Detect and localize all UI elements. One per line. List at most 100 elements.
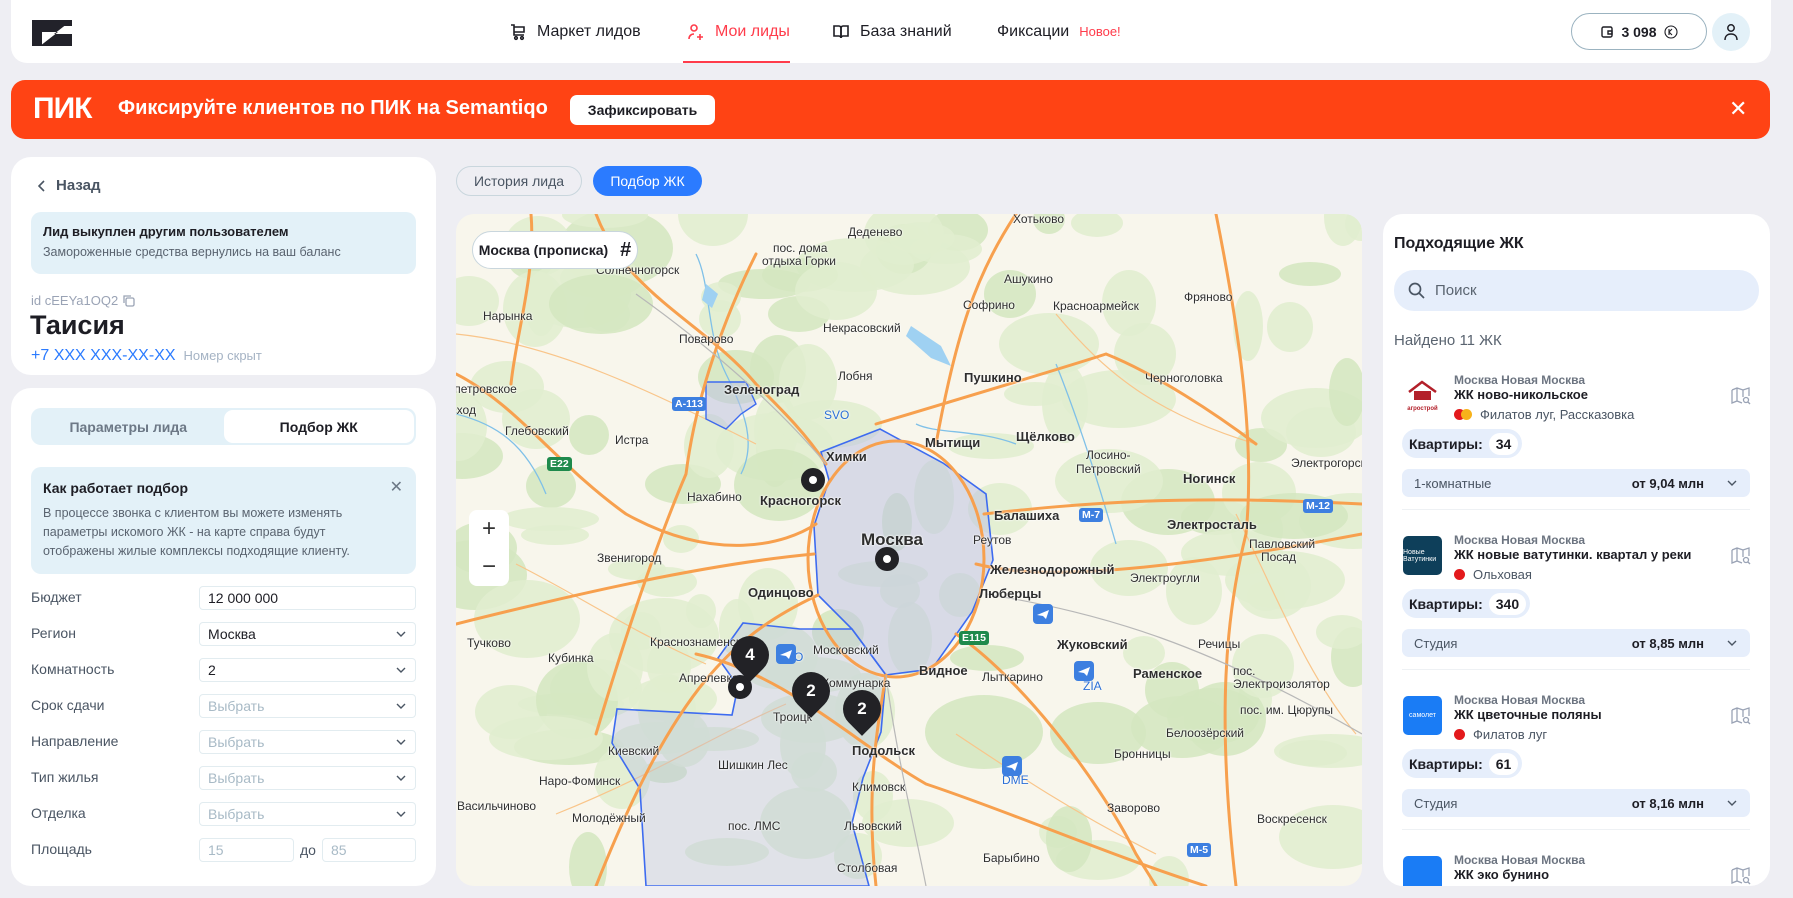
show-on-map-icon[interactable]: [1731, 867, 1751, 885]
show-on-map-icon[interactable]: [1731, 707, 1751, 725]
map-place-label: Бронницы: [1114, 747, 1171, 761]
map-place-label: Посад: [1261, 550, 1296, 564]
map-place-label: Электрогорск: [1291, 456, 1362, 470]
field-input[interactable]: Москва: [199, 622, 416, 646]
complex-name[interactable]: ЖК ново-никольское: [1454, 387, 1588, 402]
zoom-out-button[interactable]: −: [469, 548, 509, 586]
road-number-badge: M-5: [1187, 843, 1212, 857]
map-cluster[interactable]: 2: [784, 664, 838, 718]
complex-list-item[interactable]: Москва Новая Москва ЖК эко бунино: [1383, 853, 1770, 886]
complex-list-item[interactable]: агрострой Москва Новая Москва ЖК ново-ни…: [1383, 373, 1770, 514]
show-on-map-icon[interactable]: [1731, 387, 1751, 405]
logo-caption: Новые Ватутинки: [1403, 548, 1437, 563]
map-place-label: Химки: [826, 449, 867, 464]
lead-name: Таисия: [30, 310, 125, 340]
nav-market-leads[interactable]: Маркет лидов: [509, 0, 641, 63]
map-place-label: Реутов: [973, 533, 1012, 547]
map-place-label: Коммунарка: [822, 676, 891, 690]
map-place-label: Лыткарино: [982, 670, 1043, 684]
area-to-input[interactable]: 85: [322, 838, 416, 862]
tab-complex-selection-main[interactable]: Подбор ЖК: [593, 166, 702, 196]
field-input[interactable]: Выбрать: [199, 802, 416, 826]
area-from-input[interactable]: 15: [199, 838, 294, 862]
region-chip[interactable]: Москва (прописка) #: [472, 231, 638, 269]
nav-label: Мои лиды: [715, 22, 790, 40]
map-place-label: Раменское: [1133, 666, 1203, 681]
divider: [1402, 509, 1750, 510]
flats-count: 34: [1488, 432, 1519, 455]
airport-icon: [1002, 756, 1022, 776]
field-label: Бюджет: [31, 589, 82, 605]
zoom-in-button[interactable]: +: [469, 510, 509, 548]
map-marker[interactable]: [875, 547, 899, 571]
map-marker[interactable]: [801, 468, 825, 492]
close-icon[interactable]: ✕: [1729, 96, 1747, 122]
tab-lead-params[interactable]: Параметры лида: [33, 410, 224, 443]
map-place-label: SVO: [824, 408, 850, 422]
flat-type-dropdown[interactable]: Студия от 8,85 млн: [1402, 629, 1750, 657]
complex-name[interactable]: ЖК эко бунино: [1454, 867, 1549, 882]
wallet-icon: [1601, 25, 1614, 38]
phone-number[interactable]: +7 XXX XXX-XX-XX: [31, 347, 176, 365]
map-place-label: Железнодорожный: [990, 562, 1115, 577]
nav-knowledge-base[interactable]: База знаний: [832, 0, 952, 63]
map-place-label: Павловский: [1249, 537, 1316, 551]
field-input[interactable]: 2: [199, 658, 416, 682]
map-cluster[interactable]: 4: [723, 628, 777, 682]
nav-fixations[interactable]: Фиксации Новое!: [997, 0, 1121, 63]
divider: [1402, 829, 1750, 830]
map-place-label: Наро-Фоминск: [539, 774, 621, 788]
show-on-map-icon[interactable]: [1731, 547, 1751, 565]
tab-lead-history[interactable]: История лида: [456, 166, 582, 196]
map-place-label: Поварово: [679, 332, 734, 346]
map[interactable]: Деденево пос. дома отдыха Горки Солнечногор…: [456, 214, 1362, 886]
map-place-label: Видное: [919, 663, 968, 678]
lead-card: Назад Лид выкуплен другим пользователем …: [11, 157, 436, 375]
back-button[interactable]: Назад: [38, 177, 100, 194]
profile-avatar[interactable]: [1712, 13, 1750, 51]
road-number-badge: E22: [547, 457, 572, 471]
results-title: Подходящие ЖК: [1394, 235, 1524, 252]
fix-client-button[interactable]: Зафиксировать: [570, 95, 715, 125]
flat-type-dropdown[interactable]: 1-комнатные от 9,04 млн: [1402, 469, 1750, 497]
map-place-label: Васильчиново: [457, 799, 537, 813]
field-input[interactable]: Выбрать: [199, 766, 416, 790]
complex-name[interactable]: ЖК цветочные поляны: [1454, 707, 1602, 722]
nav-my-leads[interactable]: Мои лиды: [683, 0, 790, 63]
search-placeholder: Поиск: [1435, 282, 1477, 299]
form-row: Регион Москва: [31, 622, 416, 646]
map-place-label: пос. дома: [773, 241, 828, 255]
map-place-label: Лобня: [838, 369, 873, 383]
field-input[interactable]: Выбрать: [199, 694, 416, 718]
metro-name: Ольховая: [1473, 567, 1532, 582]
map-place-label: пос. им. Цюрупы: [1240, 703, 1333, 717]
map-place-label: Белоозёрский: [1166, 726, 1245, 740]
field-label: Регион: [31, 625, 76, 641]
cluster-count: 4: [745, 645, 755, 664]
complex-list-item[interactable]: самолет Москва Новая Москва ЖК цветочные…: [1383, 693, 1770, 834]
field-input[interactable]: Выбрать: [199, 730, 416, 754]
map-place-label: Молодёжный: [572, 811, 646, 825]
field-label: Комнатность: [31, 661, 115, 677]
flat-type-dropdown[interactable]: Студия от 8,16 млн: [1402, 789, 1750, 817]
complex-list-item[interactable]: Новые Ватутинки Москва Новая Москва ЖК н…: [1383, 533, 1770, 674]
balance-button[interactable]: 3 098: [1571, 13, 1707, 50]
logo-caption: агрострой: [1407, 406, 1438, 412]
app-logo-icon[interactable]: [32, 20, 72, 46]
how-text: В процессе звонка с клиентом вы можете и…: [43, 506, 350, 558]
map-place-label: Ашукино: [1004, 272, 1053, 286]
map-cluster[interactable]: 2: [835, 682, 889, 736]
map-place-label: Новопетровское: [456, 382, 517, 396]
close-icon[interactable]: ✕: [390, 477, 403, 497]
map-place-label: ZIA: [1083, 679, 1102, 693]
complex-name[interactable]: ЖК новые ватутинки. квартал у реки: [1454, 547, 1691, 562]
lead-phone: +7 XXX XXX-XX-XX Номер скрыт: [31, 347, 262, 365]
search-input[interactable]: Поиск: [1394, 270, 1759, 311]
tab-complex-selection[interactable]: Подбор ЖК: [223, 410, 414, 443]
form-row: Направление Выбрать: [31, 730, 416, 754]
field-input[interactable]: 12 000 000: [199, 586, 416, 610]
map-place-label: Барыбино: [983, 851, 1040, 865]
map-place-label: Пушкино: [964, 370, 1022, 385]
copy-icon[interactable]: [122, 294, 135, 307]
metro-station: Ольховая: [1454, 567, 1532, 582]
